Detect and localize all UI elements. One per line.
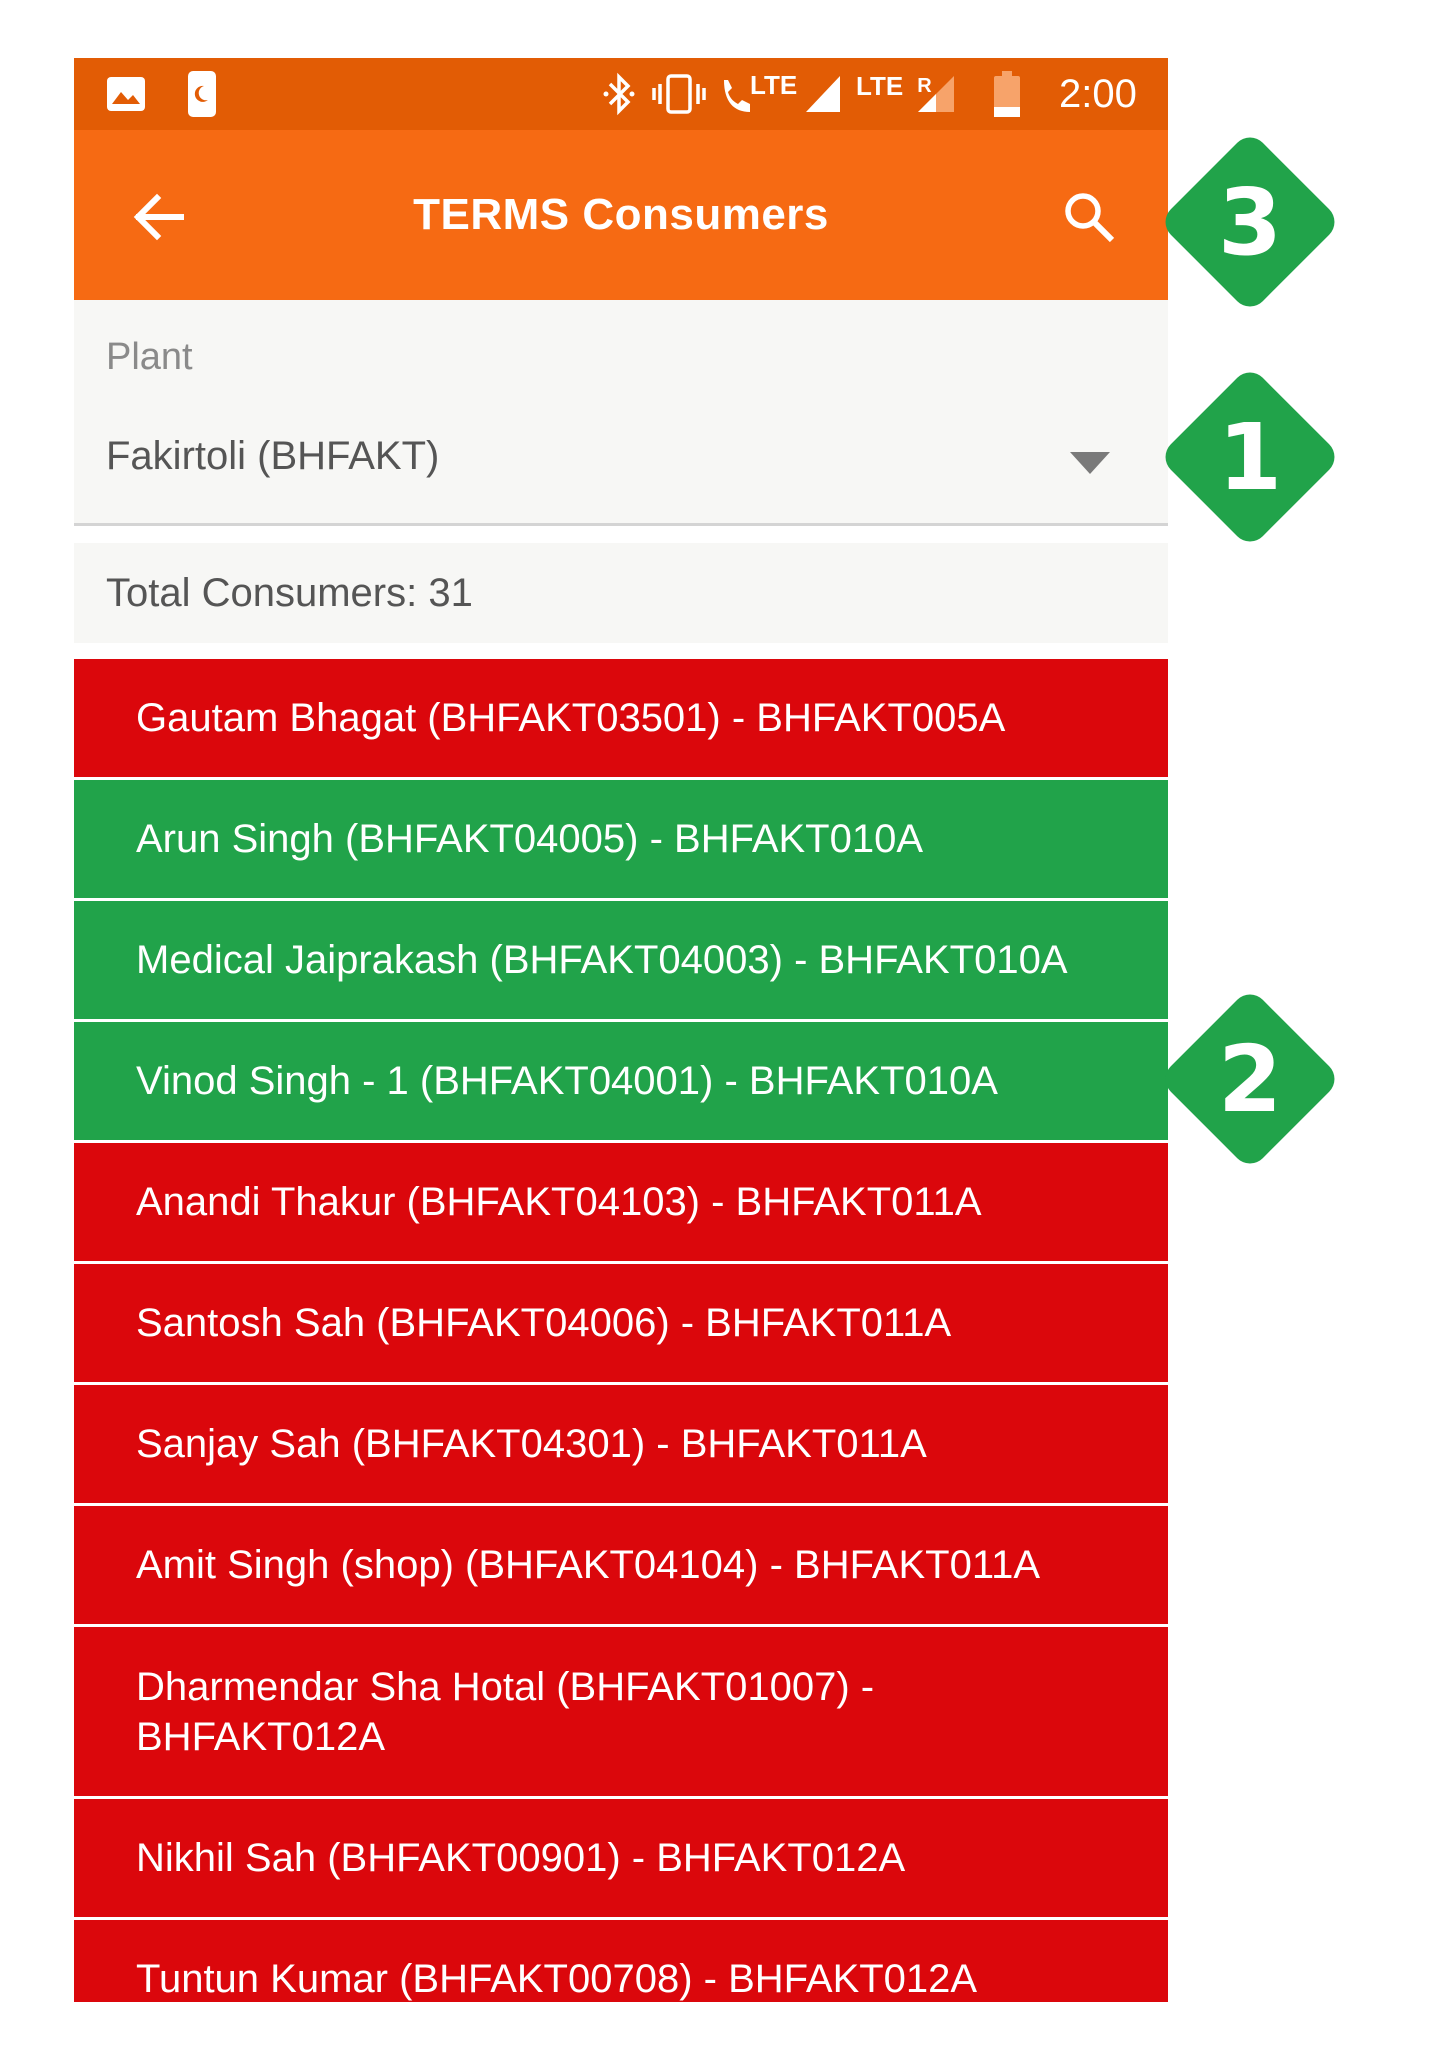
list-item-text: Santosh Sah (BHFAKT04006) - BHFAKT011A	[136, 1301, 952, 1345]
list-item-text: Arun Singh (BHFAKT04005) - BHFAKT010A	[136, 817, 924, 861]
battery-icon	[994, 58, 1020, 130]
list-item-text: Dharmendar Sha Hotal (BHFAKT01007) - BHF…	[136, 1664, 875, 1759]
callout-badge-2: 2	[1146, 975, 1354, 1183]
list-item[interactable]: Santosh Sah (BHFAKT04006) - BHFAKT011A	[74, 1264, 1168, 1385]
phone-screen: LTE LTE R 2:00 TERMS Consumers Plant Fak…	[74, 58, 1168, 2002]
status-bar: LTE LTE R 2:00	[74, 58, 1168, 130]
signal-icon	[804, 58, 842, 130]
bluetooth-icon	[602, 58, 636, 130]
status-time: 2:00	[1059, 71, 1137, 116]
consumer-list[interactable]: Gautam Bhagat (BHFAKT03501) - BHFAKT005A…	[74, 659, 1168, 2002]
page-title: TERMS Consumers	[413, 190, 829, 239]
list-item-text: Sanjay Sah (BHFAKT04301) - BHFAKT011A	[136, 1422, 927, 1466]
list-item-text: Gautam Bhagat (BHFAKT03501) - BHFAKT005A	[136, 696, 1006, 740]
list-item[interactable]: Anandi Thakur (BHFAKT04103) - BHFAKT011A	[74, 1143, 1168, 1264]
dropdown-arrow-icon[interactable]	[1070, 452, 1110, 474]
volte-call-icon: LTE	[718, 58, 797, 130]
list-item[interactable]: Gautam Bhagat (BHFAKT03501) - BHFAKT005A	[74, 659, 1168, 780]
list-item[interactable]: Vinod Singh - 1 (BHFAKT04001) - BHFAKT01…	[74, 1022, 1168, 1143]
signal-roaming-icon: LTE R	[856, 58, 956, 130]
list-item[interactable]: Sanjay Sah (BHFAKT04301) - BHFAKT011A	[74, 1385, 1168, 1506]
image-icon	[106, 58, 146, 130]
list-item[interactable]: Tuntun Kumar (BHFAKT00708) - BHFAKT012A	[74, 1920, 1168, 2002]
total-consumers-text: Total Consumers: 31	[106, 570, 473, 615]
plant-selected-value[interactable]: Fakirtoli (BHFAKT)	[106, 434, 439, 479]
vibrate-icon	[652, 58, 706, 130]
search-icon	[1065, 193, 1115, 243]
list-item-text: Amit Singh (shop) (BHFAKT04104) - BHFAKT…	[136, 1543, 1041, 1587]
list-item-text: Vinod Singh - 1 (BHFAKT04001) - BHFAKT01…	[136, 1059, 998, 1103]
callout-number: 3	[1217, 168, 1282, 276]
notification-icon	[187, 58, 217, 130]
app-bar: TERMS Consumers	[74, 130, 1168, 300]
callout-badge-3: 3	[1146, 118, 1354, 326]
list-item[interactable]: Arun Singh (BHFAKT04005) - BHFAKT010A	[74, 780, 1168, 901]
callout-badge-1: 1	[1146, 353, 1354, 561]
callout-number: 1	[1217, 403, 1282, 511]
list-item-text: Anandi Thakur (BHFAKT04103) - BHFAKT011A	[136, 1180, 982, 1224]
list-item-text: Medical Jaiprakash (BHFAKT04003) - BHFAK…	[136, 938, 1068, 982]
list-item[interactable]: Medical Jaiprakash (BHFAKT04003) - BHFAK…	[74, 901, 1168, 1022]
lte-label-2: LTE	[856, 70, 904, 101]
plant-selector[interactable]: Plant Fakirtoli (BHFAKT)	[74, 300, 1168, 526]
search-button[interactable]	[1054, 182, 1124, 252]
plant-label: Plant	[106, 336, 193, 378]
list-item-text: Tuntun Kumar (BHFAKT00708) - BHFAKT012A	[136, 1957, 978, 2001]
list-item[interactable]: Nikhil Sah (BHFAKT00901) - BHFAKT012A	[74, 1799, 1168, 1920]
list-item[interactable]: Amit Singh (shop) (BHFAKT04104) - BHFAKT…	[74, 1506, 1168, 1627]
total-consumers-bar: Total Consumers: 31	[74, 543, 1168, 643]
list-item-text: Nikhil Sah (BHFAKT00901) - BHFAKT012A	[136, 1836, 906, 1880]
lte-label: LTE	[750, 69, 798, 100]
callout-number: 2	[1217, 1025, 1282, 1133]
list-item[interactable]: Dharmendar Sha Hotal (BHFAKT01007) - BHF…	[74, 1627, 1168, 1799]
